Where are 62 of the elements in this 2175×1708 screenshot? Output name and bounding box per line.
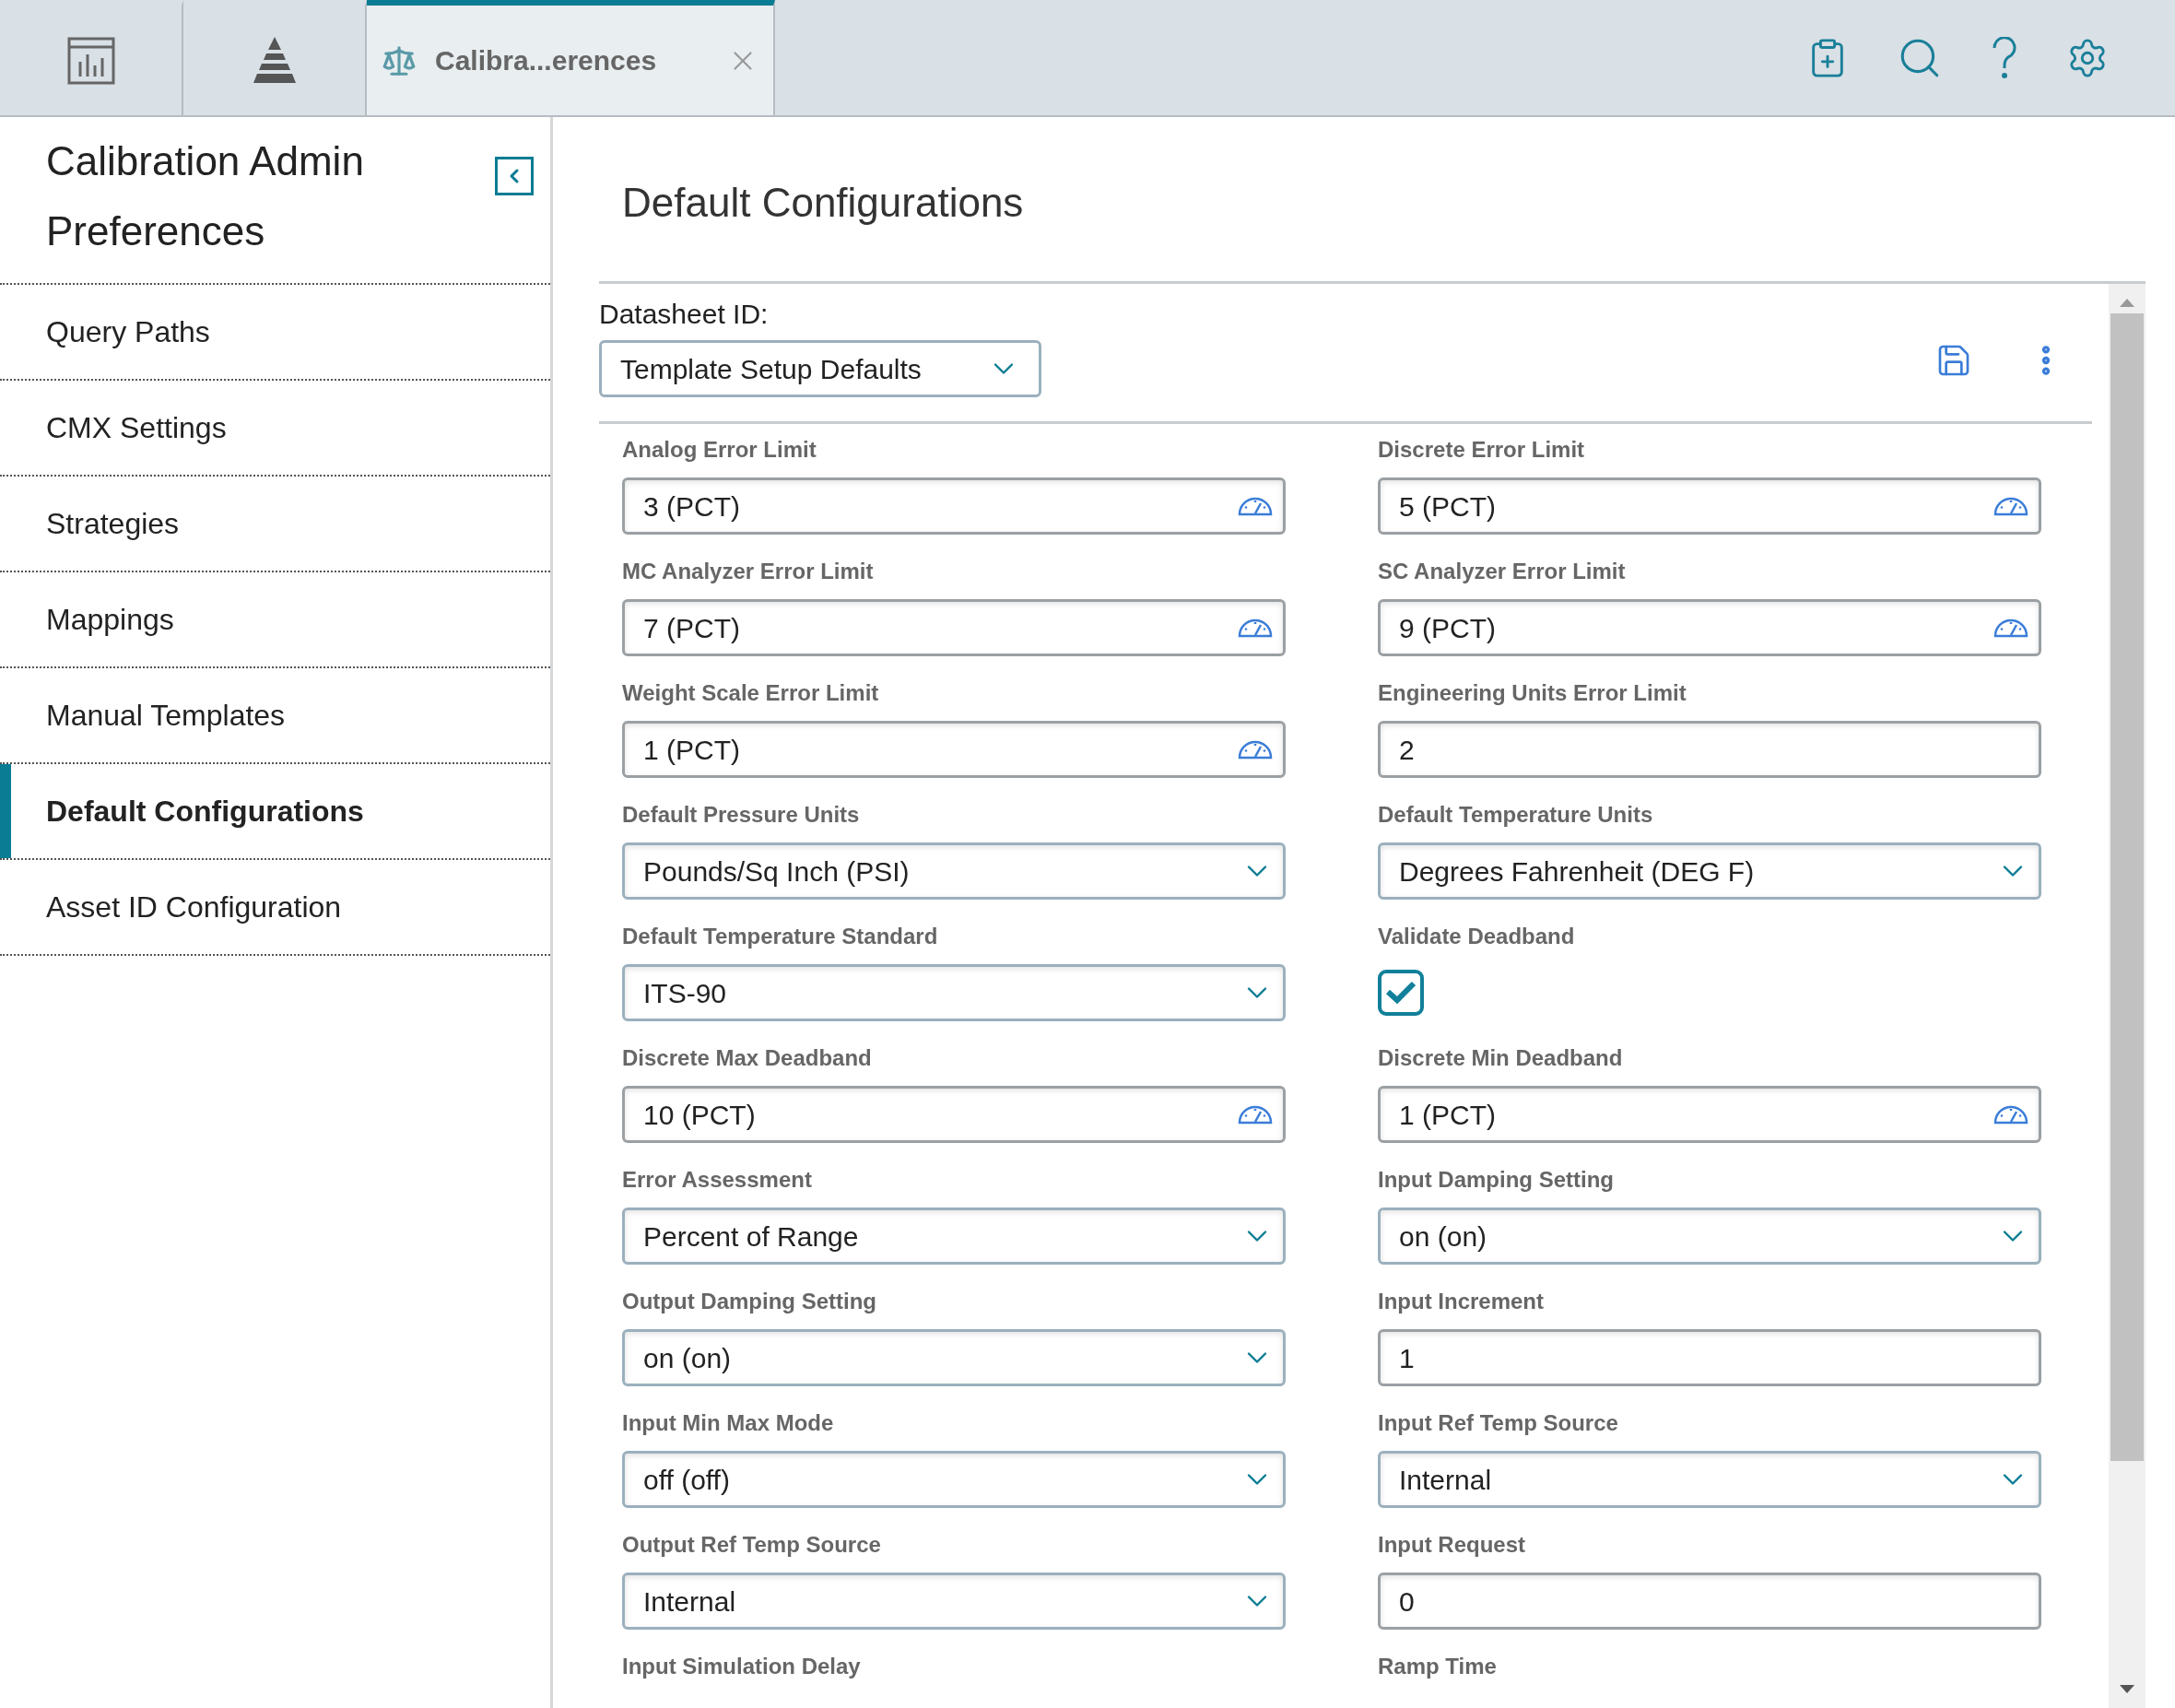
- input-field[interactable]: 9 (PCT): [1378, 599, 2041, 656]
- field-label: Output Ref Temp Source: [622, 1532, 882, 1558]
- sidebar-item[interactable]: Asset ID Configuration: [0, 860, 550, 956]
- input-field[interactable]: 3 (PCT): [622, 477, 1286, 535]
- sidebar-item[interactable]: Default Configurations: [0, 764, 550, 860]
- dropdown[interactable]: ITS-90: [622, 964, 1286, 1021]
- field-label: Default Temperature Standard: [622, 924, 939, 949]
- field-label: Output Damping Setting: [622, 1289, 877, 1314]
- dropdown[interactable]: Pounds/Sq Inch (PSI): [622, 842, 1286, 900]
- input-field[interactable]: 1 (PCT): [1378, 1086, 2041, 1143]
- input-field[interactable]: 1 (PCT): [622, 721, 1286, 778]
- input-field[interactable]: 5 (PCT): [1378, 477, 2041, 535]
- field-label: Analog Error Limit: [622, 437, 817, 463]
- dropdown[interactable]: off (off): [622, 1451, 1286, 1508]
- field-label: Error Assessment: [622, 1167, 813, 1193]
- field-label: Discrete Min Deadband: [1378, 1045, 1624, 1071]
- scrollbar-thumb[interactable]: [2110, 313, 2144, 1461]
- sidebar-item[interactable]: Query Paths: [0, 285, 550, 381]
- scroll-down-icon[interactable]: [2119, 1684, 2135, 1695]
- collapse-button[interactable]: [495, 157, 534, 195]
- bar-chart-icon: [65, 35, 116, 86]
- field-label: Input Simulation Delay: [622, 1654, 862, 1679]
- field-label: Validate Deadband: [1378, 924, 1576, 949]
- field-label: MC Analyzer Error Limit: [622, 559, 875, 584]
- datasheet-dropdown[interactable]: Template Setup Defaults: [599, 340, 1041, 397]
- page-title: Default Configurations: [621, 179, 1025, 227]
- tab[interactable]: Calibra...erences: [367, 0, 775, 115]
- field-label: Input Increment: [1378, 1289, 1545, 1314]
- input-field[interactable]: 0: [1378, 1573, 2041, 1630]
- input-field[interactable]: 1: [1378, 1329, 2041, 1386]
- sidebar-title: Calibration Admin Preferences: [46, 137, 365, 255]
- field-label: Default Pressure Units: [622, 802, 861, 828]
- field-label: Engineering Units Error Limit: [1378, 680, 1687, 706]
- field-label: Ramp Time: [1378, 1654, 1498, 1679]
- field-label: SC Analyzer Error Limit: [1378, 559, 1627, 584]
- field-label: Input Damping Setting: [1378, 1167, 1615, 1193]
- scroll-up-icon[interactable]: [2119, 297, 2135, 308]
- checkbox[interactable]: [1378, 970, 1424, 1016]
- field-label: Weight Scale Error Limit: [622, 680, 880, 706]
- input-field[interactable]: 2: [1378, 721, 2041, 778]
- field-label: Input Request: [1378, 1532, 1526, 1558]
- sidebar-item[interactable]: Mappings: [0, 572, 550, 668]
- input-field[interactable]: 7 (PCT): [622, 599, 1286, 656]
- field-label: Input Min Max Mode: [622, 1410, 835, 1436]
- sidebar-item[interactable]: CMX Settings: [0, 381, 550, 477]
- scrollbar[interactable]: [2109, 284, 2146, 1708]
- field-label: Discrete Max Deadband: [622, 1045, 873, 1071]
- dropdown[interactable]: on (on): [622, 1329, 1286, 1386]
- field-label: Input Ref Temp Source: [1378, 1410, 1619, 1436]
- dropdown[interactable]: Internal: [622, 1573, 1286, 1630]
- checkmark-icon: [1385, 981, 1417, 1005]
- field-label: Default Temperature Units: [1378, 802, 1654, 828]
- help-icon[interactable]: [1991, 36, 2018, 79]
- dropdown[interactable]: on (on): [1378, 1207, 2041, 1265]
- sidebar-item[interactable]: Manual Templates: [0, 668, 550, 764]
- dropdown[interactable]: Percent of Range: [622, 1207, 1286, 1265]
- input-field[interactable]: 10 (PCT): [622, 1086, 1286, 1143]
- dropdown[interactable]: Internal: [1378, 1451, 2041, 1508]
- sidebar-item[interactable]: Strategies: [0, 477, 550, 572]
- datasheet-label: Datasheet ID:: [599, 298, 770, 331]
- field-label: Discrete Error Limit: [1378, 437, 1586, 463]
- dropdown[interactable]: Degrees Fahrenheit (DEG F): [1378, 842, 2041, 900]
